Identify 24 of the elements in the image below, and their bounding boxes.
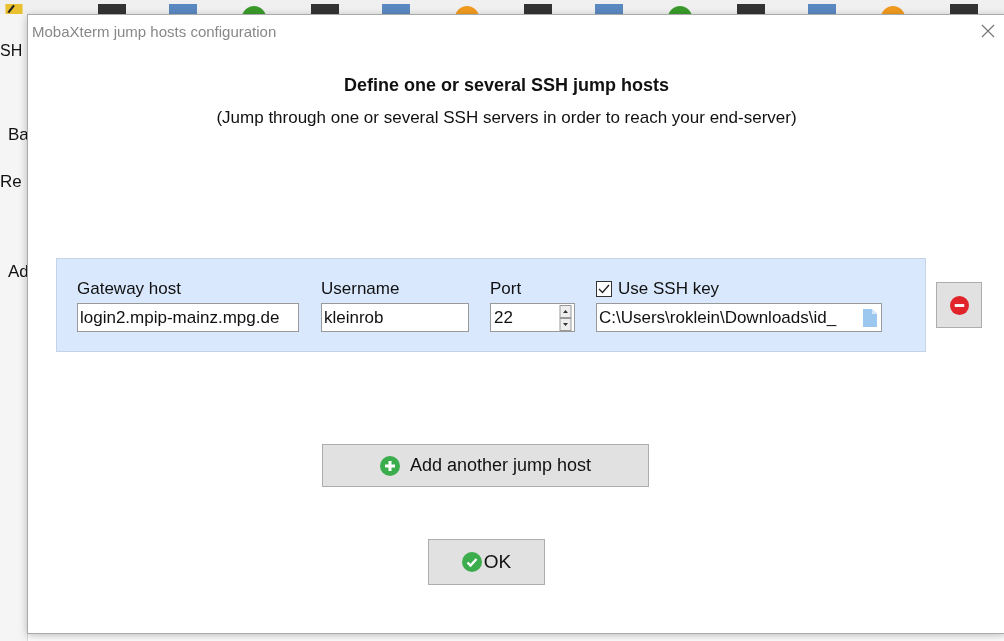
close-icon[interactable]: [981, 24, 995, 38]
dialog-heading: Define one or several SSH jump hosts: [342, 75, 671, 96]
ssh-key-path-field[interactable]: C:\Users\roklein\Downloads\id_: [596, 303, 882, 332]
window-title: MobaXterm jump hosts configuration: [32, 22, 278, 40]
file-icon[interactable]: [863, 308, 877, 327]
add-jump-host-button[interactable]: Add another jump host: [322, 444, 649, 487]
minus-icon: [949, 295, 969, 315]
port-field[interactable]: 22: [490, 303, 575, 332]
dialog-subheading: (Jump through one or several SSH servers in order to reach your end-server): [215, 108, 798, 128]
field-label: Port: [490, 279, 523, 299]
username-field[interactable]: kleinrob: [321, 303, 469, 332]
checkmark-icon: [461, 552, 482, 572]
field-label: Gateway host: [77, 279, 182, 299]
checkbox-label[interactable]: Use SSH key: [618, 279, 720, 299]
sidebar-label: Re: [0, 172, 22, 192]
sidebar-label: SH: [0, 42, 23, 60]
gateway-host-field[interactable]: login2.mpip-mainz.mpg.de: [77, 303, 299, 332]
sidebar-label: Ba: [8, 125, 29, 145]
spinner-arrows-icon[interactable]: [558, 304, 573, 331]
ok-button[interactable]: OK: [428, 539, 545, 585]
field-label: Username: [321, 279, 401, 299]
use-ssh-key-checkbox[interactable]: [596, 281, 612, 297]
remove-host-button[interactable]: [936, 282, 982, 328]
plus-icon: [379, 455, 400, 476]
